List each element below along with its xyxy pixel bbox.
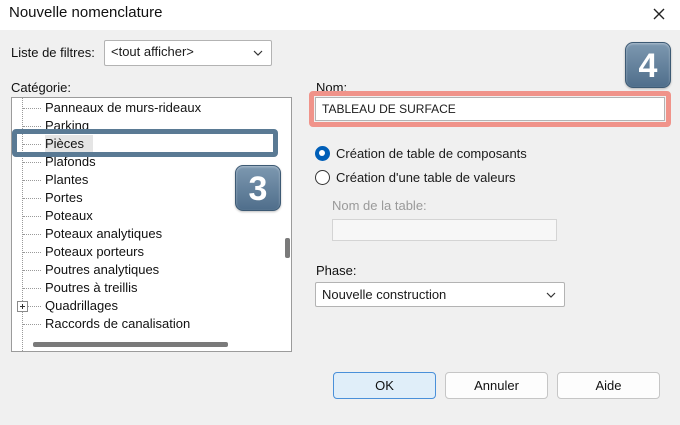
list-item[interactable]: Panneaux de murs-rideaux (45, 99, 201, 117)
list-item[interactable]: Portes (45, 189, 83, 207)
list-item[interactable]: Quadrillages (45, 297, 118, 315)
tree-branch-line (23, 216, 41, 217)
list-item[interactable]: Poutres analytiques (45, 261, 159, 279)
tree-branch-line (23, 288, 41, 289)
radio-component-schedule[interactable]: Création de table de composants (315, 143, 527, 163)
list-item[interactable]: Plantes (45, 171, 88, 189)
chevron-down-icon (253, 50, 263, 56)
radio-unchecked-icon (315, 169, 330, 185)
chevron-down-icon (546, 292, 556, 298)
tree-branch-line (23, 324, 41, 325)
phase-select[interactable]: Nouvelle construction (315, 282, 565, 307)
phase-label: Phase: (316, 263, 357, 278)
list-item[interactable]: Raccords de canalisation (45, 315, 190, 333)
table-name-label: Nom de la table: (332, 198, 427, 213)
vertical-scrollbar[interactable] (285, 238, 290, 258)
radio-component-label: Création de table de composants (336, 145, 527, 161)
horizontal-scrollbar[interactable] (33, 342, 228, 347)
radio-key-schedule[interactable]: Création d'une table de valeurs (315, 167, 516, 187)
filter-list-label: Liste de filtres: (11, 45, 95, 60)
tree-branch-line (23, 162, 41, 163)
ok-button[interactable]: OK (333, 372, 436, 399)
title-bar: Nouvelle nomenclature (0, 0, 680, 30)
tree-branch-line (23, 108, 41, 109)
radio-key-label: Création d'une table de valeurs (336, 169, 516, 185)
list-item[interactable]: Poteaux analytiques (45, 225, 162, 243)
tree-branch-line (23, 234, 41, 235)
expand-plus-icon[interactable] (17, 301, 28, 312)
step-badge-4: 4 (625, 42, 671, 88)
list-item[interactable]: Poteaux (45, 207, 93, 225)
radio-checked-icon (315, 145, 330, 161)
cancel-button[interactable]: Annuler (445, 372, 548, 399)
close-icon[interactable] (648, 3, 670, 25)
filter-list-select[interactable]: <tout afficher> (104, 40, 272, 66)
list-item[interactable]: Poutres à treillis (45, 279, 137, 297)
help-button[interactable]: Aide (557, 372, 660, 399)
category-label: Catégorie: (11, 80, 71, 95)
tree-branch-line (23, 252, 41, 253)
callout-4-frame (309, 91, 671, 127)
filter-list-value: <tout afficher> (111, 44, 194, 59)
step-badge-3: 3 (235, 165, 281, 211)
window-title: Nouvelle nomenclature (9, 4, 163, 21)
callout-3-frame (12, 129, 278, 157)
tree-branch-line (23, 270, 41, 271)
phase-value: Nouvelle construction (322, 287, 447, 302)
tree-branch-line (23, 198, 41, 199)
table-name-input[interactable] (332, 219, 557, 241)
tree-branch-line (23, 126, 41, 127)
list-item[interactable]: Poteaux porteurs (45, 243, 144, 261)
tree-branch-line (23, 180, 41, 181)
